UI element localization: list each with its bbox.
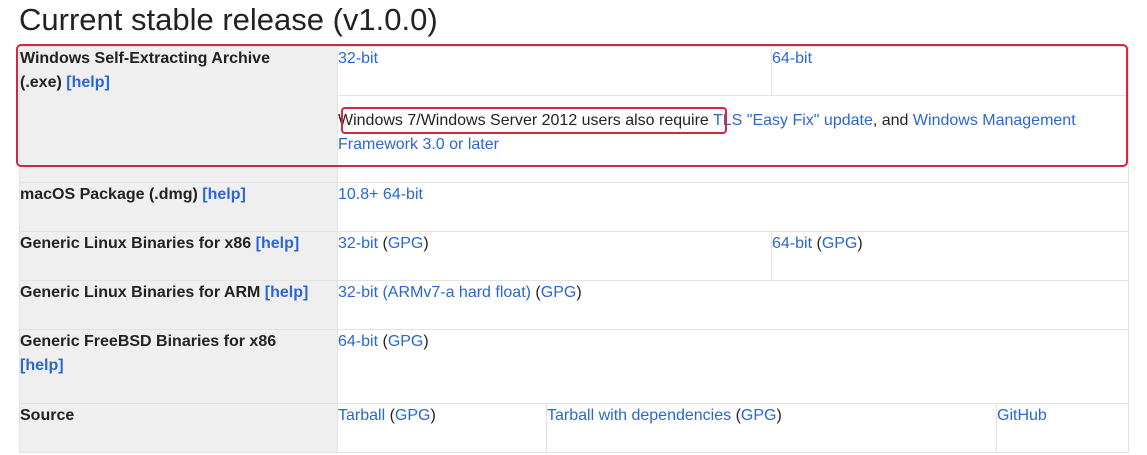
source-tarball-gpg-link[interactable]: GPG <box>395 407 431 424</box>
help-link-linux-x86[interactable]: [help] <box>256 235 300 252</box>
freebsd-64bit-link[interactable]: 64-bit <box>338 333 378 350</box>
windows-64bit-link[interactable]: 64-bit <box>772 50 812 67</box>
source-github-link[interactable]: GitHub <box>997 407 1047 424</box>
table-row-macos: macOS Package (.dmg) [help] 10.8+ 64-bit <box>19 182 1129 232</box>
help-link-linux-arm[interactable]: [help] <box>265 284 309 301</box>
table-row-freebsd: Generic FreeBSD Binaries for x86 [help] … <box>19 329 1129 404</box>
linux-x86-32bit-gpg-link[interactable]: GPG <box>388 235 424 252</box>
linux-x86-64bit-gpg-link[interactable]: GPG <box>822 235 858 252</box>
freebsd-gpg-link[interactable]: GPG <box>388 333 424 350</box>
download-table: Windows Self-Extracting Archive (.exe) [… <box>19 46 1129 453</box>
source-tarball-deps-gpg-link[interactable]: GPG <box>741 407 777 424</box>
help-link-windows[interactable]: [help] <box>66 74 110 91</box>
row-label-freebsd: Generic FreeBSD Binaries for x86 [help] <box>19 329 338 404</box>
tls-easy-fix-link[interactable]: TLS "Easy Fix" update <box>713 112 873 129</box>
source-tarball-link[interactable]: Tarball <box>338 407 385 424</box>
windows-32bit-link[interactable]: 32-bit <box>338 50 378 67</box>
linux-x86-64bit-link[interactable]: 64-bit <box>772 235 812 252</box>
row-label-macos: macOS Package (.dmg) [help] <box>19 182 338 232</box>
linux-arm-link[interactable]: 32-bit (ARMv7-a hard float) <box>338 284 531 301</box>
row-label-source: Source <box>19 403 338 453</box>
table-row-linux-x86: Generic Linux Binaries for x86 [help] 32… <box>19 231 1129 281</box>
table-row-windows: Windows Self-Extracting Archive (.exe) [… <box>19 46 1129 183</box>
linux-arm-gpg-link[interactable]: GPG <box>541 284 577 301</box>
table-row-linux-arm: Generic Linux Binaries for ARM [help] 32… <box>19 280 1129 330</box>
row-label-windows: Windows Self-Extracting Archive (.exe) [… <box>19 46 338 183</box>
windows-note-text: Windows 7/Windows Server 2012 users also… <box>338 112 709 129</box>
page-title: Current stable release (v1.0.0) <box>19 2 438 37</box>
row-label-linux-x86: Generic Linux Binaries for x86 [help] <box>19 231 338 281</box>
windows-requirements-note: Windows 7/Windows Server 2012 users also… <box>337 95 1129 183</box>
help-link-macos[interactable]: [help] <box>202 186 246 203</box>
linux-x86-32bit-link[interactable]: 32-bit <box>338 235 378 252</box>
table-row-source: Source Tarball (GPG) Tarball with depend… <box>19 403 1129 453</box>
row-label-linux-arm: Generic Linux Binaries for ARM [help] <box>19 280 338 330</box>
help-link-freebsd[interactable]: [help] <box>20 357 64 374</box>
macos-pkg-link[interactable]: 10.8+ 64-bit <box>338 186 423 203</box>
source-tarball-deps-link[interactable]: Tarball with dependencies <box>547 407 731 424</box>
